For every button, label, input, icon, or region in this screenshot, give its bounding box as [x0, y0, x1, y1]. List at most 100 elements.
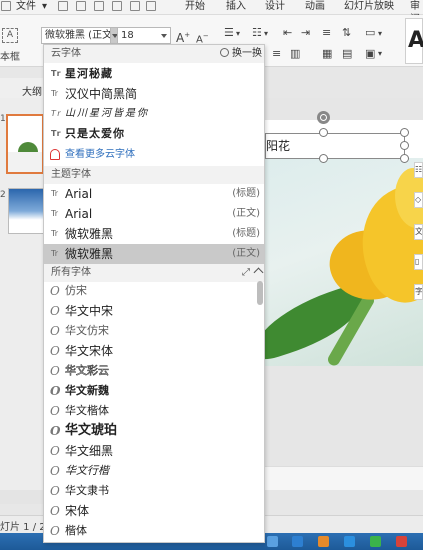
taskbar-app-icon[interactable]: [267, 536, 278, 547]
selected-textbox[interactable]: 阳花: [265, 133, 405, 159]
font-item[interactable]: Tr Arial (正文): [44, 204, 264, 224]
resize-handle[interactable]: [319, 128, 328, 137]
opentype-icon: O: [50, 424, 61, 438]
tab-animation[interactable]: 动画: [305, 0, 325, 13]
text-direction-icon[interactable]: ▭: [365, 26, 375, 40]
resize-handle[interactable]: [400, 154, 409, 163]
font-item[interactable]: O 华文宋体: [44, 341, 264, 361]
chevron-down-icon[interactable]: ▾: [236, 27, 240, 41]
horizontal-scrollbar[interactable]: [0, 490, 44, 504]
font-item[interactable]: O 华文新魏: [44, 381, 264, 401]
columns-icon[interactable]: ▦: [322, 47, 332, 61]
lock-icon: [50, 149, 60, 160]
font-item[interactable]: O 华文细黑: [44, 441, 264, 461]
tab-home[interactable]: 开始: [185, 0, 205, 13]
align-text-icon[interactable]: ▤: [342, 47, 352, 61]
resize-handle[interactable]: [400, 128, 409, 137]
font-role-tag: (正文): [232, 248, 260, 259]
font-item[interactable]: O 华文隶书: [44, 481, 264, 501]
menu-file[interactable]: 文件: [16, 0, 36, 13]
font-item[interactable]: O 华文彩云: [44, 361, 264, 381]
save-icon[interactable]: [58, 1, 68, 11]
tab-design[interactable]: 设计: [265, 0, 285, 13]
taskbar-app-icon[interactable]: [292, 536, 303, 547]
shape-style-icon[interactable]: ◇: [414, 192, 423, 208]
line-spacing-icon[interactable]: ≡: [322, 26, 331, 40]
tab-slideshow[interactable]: 幻灯片放映: [344, 0, 394, 13]
taskbar-app-icon[interactable]: [344, 536, 355, 547]
pin-icon[interactable]: ⤢: [242, 267, 250, 278]
sort-icon[interactable]: ⇅: [342, 26, 351, 40]
taskbar-app-icon[interactable]: [318, 536, 329, 547]
increase-indent-icon[interactable]: ⇥: [301, 26, 310, 40]
grow-font-button[interactable]: A+: [176, 28, 190, 45]
font-item[interactable]: Tr 星河秘藏: [44, 64, 264, 84]
font-item[interactable]: Tr 汉仪中简黑简: [44, 84, 264, 104]
font-item-label: 汉仪中简黑简: [65, 87, 138, 101]
export-icon[interactable]: [76, 1, 86, 11]
font-item[interactable]: Tr 微软雅黑 (标题): [44, 224, 264, 244]
preview-icon[interactable]: [112, 1, 122, 11]
font-name-input[interactable]: 微软雅黑 (正文: [41, 27, 117, 44]
font-item[interactable]: O 宋体: [44, 501, 264, 521]
font-item[interactable]: O 仿宋: [44, 281, 264, 301]
copy-icon[interactable]: ▯: [414, 254, 423, 270]
font-item[interactable]: O 华文琥珀: [44, 421, 264, 441]
font-item[interactable]: O 华文行楷: [44, 461, 264, 481]
taskbar-app-icon[interactable]: [396, 536, 407, 547]
font-item-label: 华文琥珀: [65, 423, 118, 438]
chevron-down-icon[interactable]: ▾: [264, 27, 268, 41]
textbox-icon[interactable]: A: [2, 28, 18, 43]
chevron-down-icon[interactable]: ▾: [42, 0, 47, 13]
slide-thumbnail-2[interactable]: [8, 188, 44, 234]
text-style-icon[interactable]: 字: [414, 284, 423, 300]
font-item-label: Arial: [65, 187, 93, 201]
numbered-list-icon[interactable]: ☷: [252, 26, 262, 40]
chevron-down-icon[interactable]: ▾: [378, 27, 382, 41]
slide-thumbnail-1[interactable]: [6, 114, 44, 174]
print-icon[interactable]: [94, 1, 104, 11]
undo-icon[interactable]: [130, 1, 140, 11]
taskbar-app-icon[interactable]: [370, 536, 381, 547]
text-style-preview[interactable]: A: [405, 18, 423, 64]
font-item-selected[interactable]: Tr 微软雅黑 (正文): [44, 244, 264, 264]
resize-handle[interactable]: [400, 141, 409, 150]
chevron-up-icon[interactable]: [253, 267, 264, 278]
font-item[interactable]: Tr Arial (标题): [44, 184, 264, 204]
distribute-icon[interactable]: ▥: [290, 47, 300, 61]
font-item-label: 华文细黑: [65, 444, 114, 458]
side-tool-icon[interactable]: ☷: [414, 162, 423, 178]
font-item-label: 华文楷体: [65, 404, 109, 417]
tab-outline[interactable]: 大纲: [22, 83, 42, 98]
font-item[interactable]: Tr 只是太爱你: [44, 124, 264, 144]
font-item[interactable]: O 华文楷体: [44, 401, 264, 421]
tab-insert[interactable]: 插入: [226, 0, 246, 13]
font-role-tag: (正文): [232, 208, 260, 219]
font-role-tag: (标题): [232, 228, 260, 239]
swap-button[interactable]: 换一换: [220, 45, 262, 63]
font-item-label: 华文宋体: [65, 344, 114, 358]
cloud-fonts-header: 云字体 换一换: [44, 45, 264, 63]
justify-icon[interactable]: ≡: [272, 47, 281, 61]
font-item[interactable]: O 华文仿宋: [44, 321, 264, 341]
menu-icon[interactable]: [1, 1, 11, 11]
text-tool-icon[interactable]: 文: [414, 224, 423, 240]
decrease-indent-icon[interactable]: ⇤: [283, 26, 292, 40]
more-cloud-fonts-link[interactable]: 查看更多云字体: [44, 145, 264, 165]
resize-handle[interactable]: [319, 154, 328, 163]
font-item-label: 华文行楷: [65, 464, 109, 477]
font-type-icon: Tr: [51, 189, 58, 198]
chevron-down-icon[interactable]: ▾: [378, 47, 382, 61]
rotate-handle-icon[interactable]: [317, 111, 330, 124]
bullet-list-icon[interactable]: ☰: [224, 26, 234, 40]
font-size-input[interactable]: 18: [117, 27, 171, 44]
opentype-icon: O: [50, 484, 60, 498]
textbox-label: 本框: [0, 52, 20, 63]
font-item[interactable]: O 华文中宋: [44, 301, 264, 321]
slide-counter: 灯片 1 / 2: [0, 522, 46, 533]
slide-number: 1: [0, 114, 6, 124]
font-item[interactable]: Tr 山川星河皆是你: [44, 104, 264, 124]
font-item[interactable]: O 楷体: [44, 521, 264, 541]
smartart-icon[interactable]: ▣: [365, 47, 375, 61]
redo-icon[interactable]: [146, 1, 156, 11]
